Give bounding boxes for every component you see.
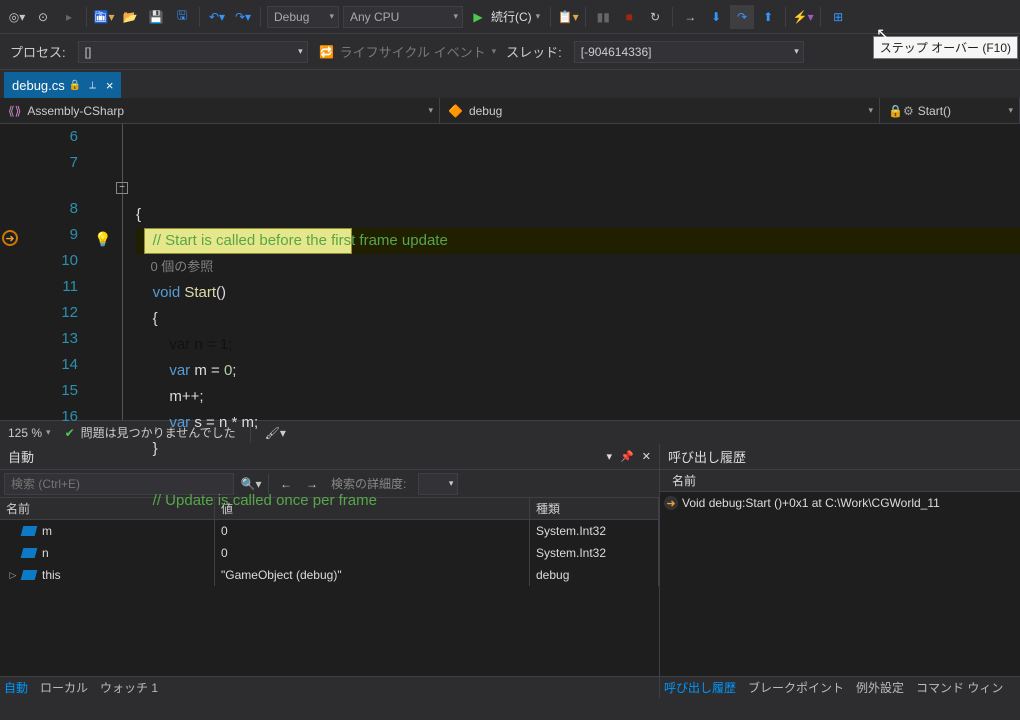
var-name: n [42, 546, 49, 560]
method-icon: 🔒⚙ [888, 104, 914, 118]
code-area[interactable]: { // Start is called before the first fr… [136, 124, 1020, 420]
forward-icon[interactable]: ▸ [57, 5, 81, 29]
fold-margin[interactable]: − [112, 124, 136, 420]
lifecycle-icon[interactable]: 🔁 [315, 40, 339, 64]
member-name: Start() [918, 104, 951, 118]
tab-breakpoints[interactable]: ブレークポイント [748, 679, 844, 696]
lock-icon: 🔒 [69, 80, 81, 91]
tab-watch[interactable]: ウォッチ 1 [100, 679, 158, 696]
assembly-combo[interactable]: ⟪⟫ Assembly-CSharp [0, 98, 440, 123]
autos-title: 自動 [8, 447, 34, 466]
code-navbar: ⟪⟫ Assembly-CSharp 🔶 debug 🔒⚙ Start() [0, 98, 1020, 124]
var-value: "GameObject (debug)" [215, 564, 530, 586]
restart-icon[interactable]: ↻ [643, 5, 667, 29]
step-into-icon[interactable]: ⬇ [704, 5, 728, 29]
breakpoint-margin[interactable]: ➜ 💡 [88, 124, 112, 420]
continue-button[interactable]: 続行(C) [491, 8, 532, 25]
tab-debug-cs[interactable]: debug.cs 🔒 ⟂ × [4, 72, 121, 98]
tab-auto[interactable]: 自動 [4, 679, 28, 696]
variable-icon [21, 548, 38, 558]
process-label: プロセス: [10, 42, 66, 61]
tab-local[interactable]: ローカル [40, 679, 88, 696]
process-value: [] [85, 45, 92, 59]
class-name: debug [469, 104, 502, 118]
undo-icon[interactable]: ↶▾ [205, 5, 229, 29]
step-out-icon[interactable]: ⬆ [756, 5, 780, 29]
new-project-icon[interactable]: 🛅▾ [92, 5, 116, 29]
close-icon[interactable]: × [106, 78, 114, 93]
attach-icon[interactable]: 📋▾ [556, 5, 580, 29]
pause-icon[interactable]: ▮▮ [591, 5, 615, 29]
variable-icon [21, 526, 38, 536]
open-icon[interactable]: 📂 [118, 5, 142, 29]
back-icon[interactable]: ⊙ [31, 5, 55, 29]
step-over-icon[interactable]: ↷ [730, 5, 754, 29]
hot-reload-icon[interactable]: ⚡▾ [791, 5, 815, 29]
fold-box-icon[interactable]: − [116, 182, 128, 194]
lifecycle-label: ライフサイクル イベント [340, 42, 486, 61]
debug-toolbar: プロセス: [] 🔁 ライフサイクル イベント▾ スレッド: [-9046143… [0, 34, 1020, 70]
step-over-tooltip: ステップ オーバー (F10) [873, 36, 1018, 59]
redo-icon[interactable]: ↷▾ [231, 5, 255, 29]
member-combo[interactable]: 🔒⚙ Start() [880, 98, 1020, 123]
lightbulb-icon[interactable]: 💡 [94, 231, 111, 248]
tab-exception[interactable]: 例外設定 [856, 679, 904, 696]
autos-tabs: 自動 ローカル ウォッチ 1 [0, 676, 659, 698]
thread-label: スレッド: [506, 42, 562, 61]
expand-icon[interactable]: ▷ [6, 570, 20, 581]
main-toolbar: ◎▾ ⊙ ▸ 🛅▾ 📂 💾 🖫 ↶▾ ↷▾ Debug Any CPU ▶ 続行… [0, 0, 1020, 34]
stop-icon[interactable]: ■ [617, 5, 641, 29]
callstack-tabs: 呼び出し履歴 ブレークポイント 例外設定 コマンド ウィン [660, 676, 1020, 698]
thread-combo[interactable]: [-904614336] [574, 41, 804, 63]
tab-filename: debug.cs [12, 78, 65, 93]
code-editor[interactable]: 6 7 8 9 10 11 12 13 14 15 16 ➜ 💡 − { // … [0, 124, 1020, 420]
editor-tabs: debug.cs 🔒 ⟂ × [0, 70, 1020, 98]
process-combo[interactable]: [] [78, 41, 308, 63]
var-type: debug [530, 564, 659, 586]
thread-value: [-904614336] [581, 45, 652, 59]
tab-command[interactable]: コマンド ウィン [916, 679, 1003, 696]
var-name: this [42, 568, 61, 582]
build-config-combo[interactable]: Debug [267, 6, 339, 28]
nav-combo-icon[interactable]: ◎▾ [5, 5, 29, 29]
save-icon[interactable]: 💾 [144, 5, 168, 29]
platform-label: Any CPU [350, 10, 399, 24]
build-config-label: Debug [274, 10, 309, 24]
line-number-gutter: 6 7 8 9 10 11 12 13 14 15 16 [0, 124, 88, 420]
class-combo[interactable]: 🔶 debug [440, 98, 880, 123]
platform-combo[interactable]: Any CPU [343, 6, 463, 28]
csharp-icon: ⟪⟫ [8, 104, 21, 118]
play-icon[interactable]: ▶ [466, 5, 490, 29]
class-icon: 🔶 [448, 104, 463, 118]
tool-icon[interactable]: ⊞ [826, 5, 850, 29]
show-next-statement-icon[interactable]: → [678, 5, 702, 29]
assembly-name: Assembly-CSharp [27, 104, 124, 118]
var-name: m [42, 524, 52, 538]
pin-icon[interactable]: ⟂ [89, 80, 96, 91]
table-row[interactable]: ▷ this "GameObject (debug)" debug [0, 564, 659, 586]
save-all-icon[interactable]: 🖫 [170, 5, 194, 29]
tab-callstack[interactable]: 呼び出し履歴 [664, 679, 736, 696]
variable-icon [21, 570, 38, 580]
current-line-arrow-icon: ➜ [2, 230, 18, 246]
